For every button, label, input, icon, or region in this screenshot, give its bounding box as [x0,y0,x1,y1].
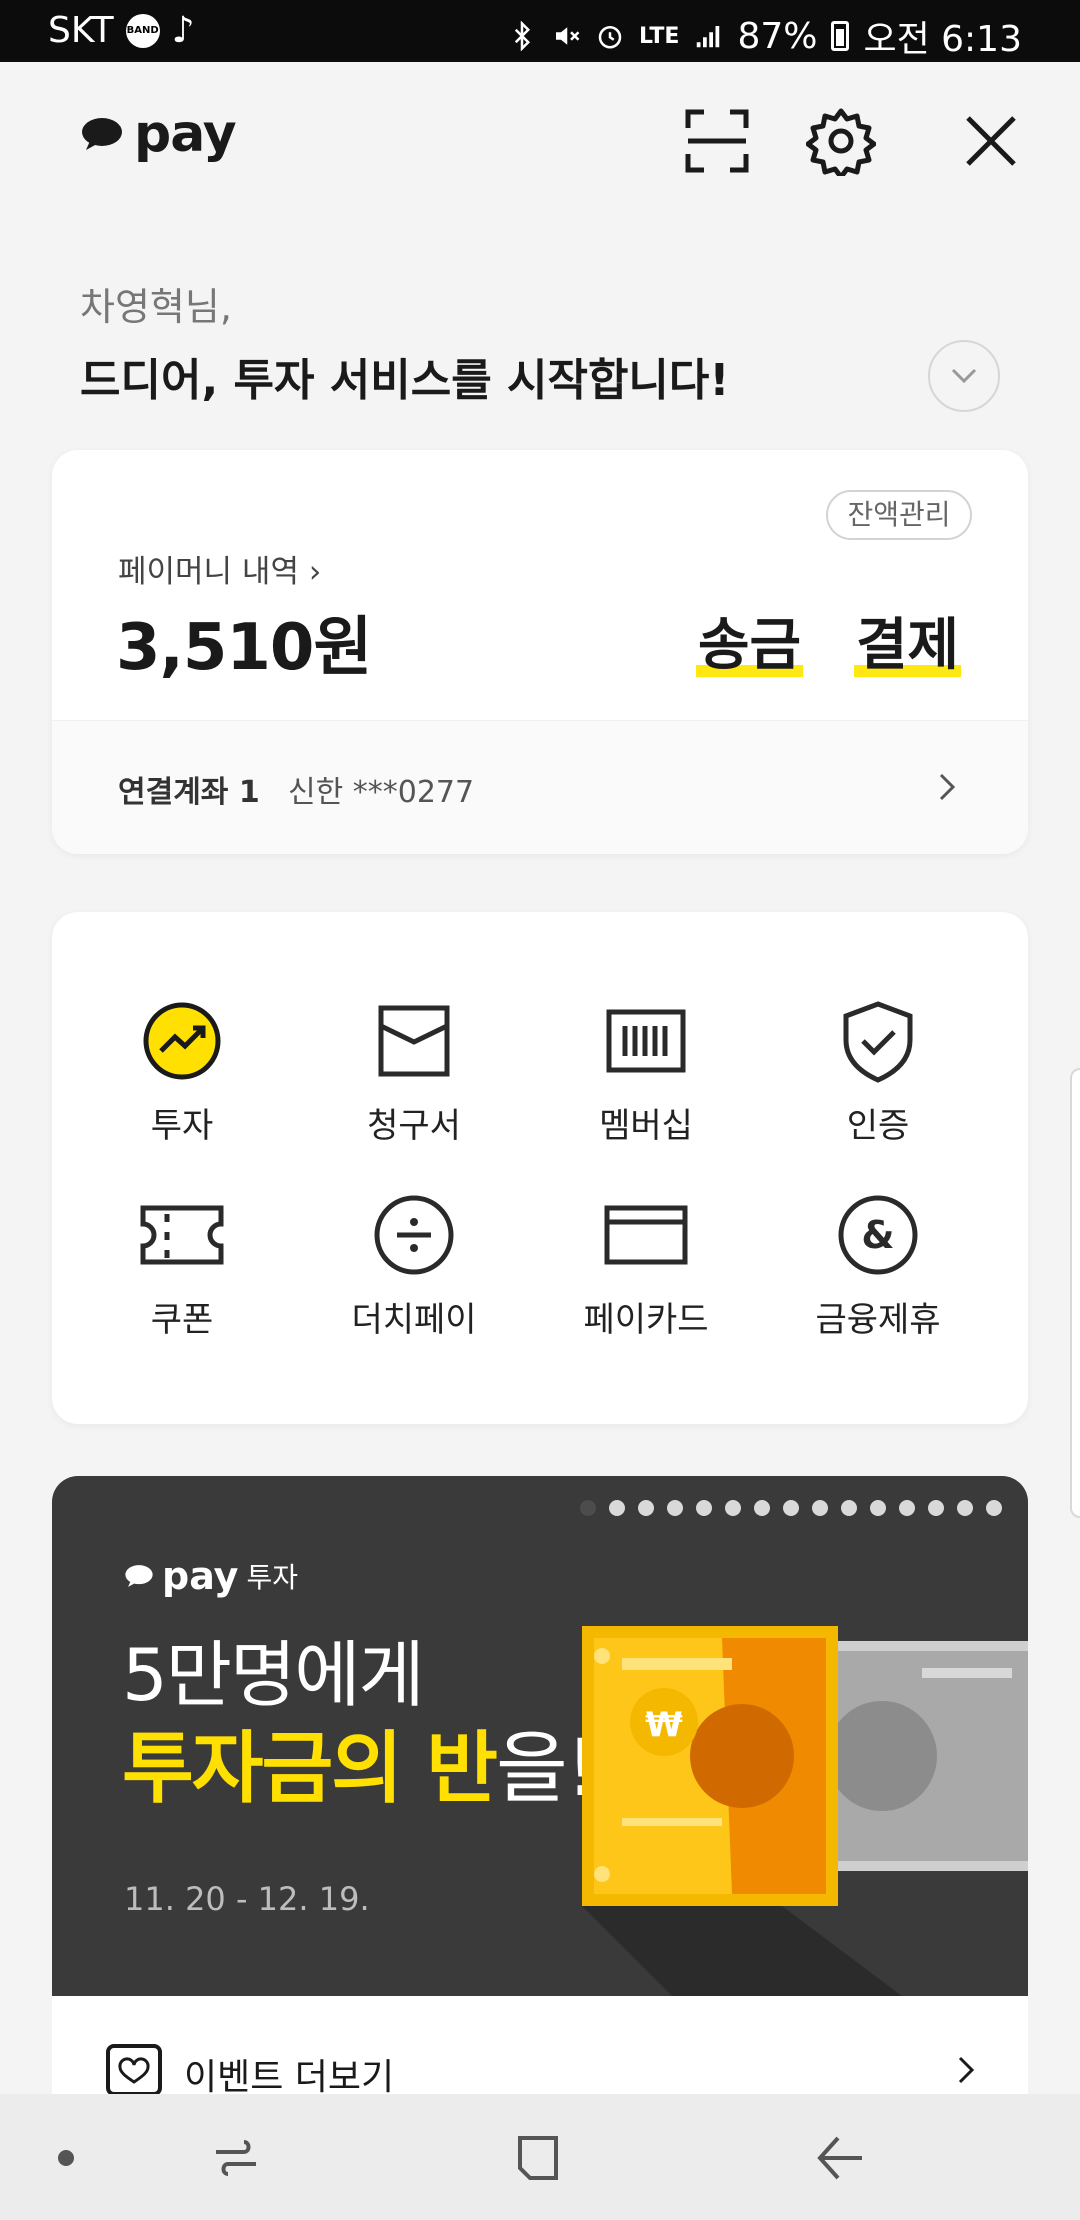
event-more-label: 이벤트 더보기 [184,2057,395,2098]
expand-button[interactable] [928,340,1000,412]
banner-tag: pay 투자 [124,1554,298,1598]
greeting-message: 드디어, 투자 서비스를 시작합니다! [80,355,730,406]
chevron-right-icon [939,773,956,801]
pay-money-history-link[interactable]: 페이머니 내역 › [118,546,321,591]
pager-dot [928,1500,944,1516]
mute-icon [556,27,580,45]
clock: 오전 6:13 [863,19,1022,60]
pager-dot [841,1500,857,1516]
kakao-pay-logo: pay [80,104,237,164]
pager-dot [609,1500,625,1516]
dutch-pay-icon [374,1195,454,1275]
heart-box-icon [106,2044,162,2096]
speech-bubble-icon [82,118,122,150]
pager-dot [580,1500,596,1516]
menu-item-coupon[interactable]: 쿠폰 [82,1190,282,1341]
chevron-down-icon [951,368,977,384]
menu-label: 투자 [150,1106,214,1146]
service-menu-card: 투자 청구서 멤버십 인증 쿠폰 더치페이 페이카드 & 금융제휴 [52,912,1028,1424]
menu-item-bill[interactable]: 청구서 [314,996,514,1147]
home-icon[interactable] [506,2126,570,2190]
pager-dot [783,1500,799,1516]
bill-icon [378,1005,450,1077]
greeting-name: 차영혁님, [80,285,232,329]
speech-bubble-icon [125,1565,153,1587]
send-button[interactable]: 송금 [696,600,804,681]
recent-apps-icon[interactable] [204,2126,268,2190]
menu-label: 청구서 [367,1106,461,1146]
chevron-right-icon [958,2056,975,2084]
balance-amount: 3,510원 [116,611,372,685]
pay-button[interactable]: 결제 [854,600,962,681]
send-label: 송금 [698,613,802,678]
network-type: LTE [639,23,680,49]
pay-card-icon [604,1205,688,1265]
banner-pager [580,1500,1002,1516]
pager-dot [667,1500,683,1516]
scan-icon[interactable] [682,106,752,176]
pay-label: 결제 [856,613,960,678]
banner-pay-logo: pay [162,1554,239,1598]
close-icon[interactable] [956,106,1026,176]
banner-headline-2: 투자금의 반을! [122,1706,597,1818]
battery-icon [831,21,850,51]
alarm-icon [598,26,622,49]
pager-dot [725,1500,741,1516]
money-illustration: ₩ [582,1626,1028,1996]
menu-label: 페이카드 [583,1300,709,1340]
pager-dot [957,1500,973,1516]
svg-text:&: & [861,1213,894,1257]
music-note-icon: ♪ [171,10,195,51]
linked-account-value: 신한 ***0277 [288,775,475,810]
pager-dot [870,1500,886,1516]
logo-text: pay [134,104,237,164]
menu-label: 금융제휴 [815,1300,941,1340]
settings-gear-icon[interactable] [806,106,876,176]
event-more-row[interactable]: 이벤트 더보기 [52,1996,1028,2098]
membership-icon [606,1009,686,1073]
menu-label: 인증 [846,1106,910,1146]
menu-item-membership[interactable]: 멤버십 [546,996,746,1147]
nav-dot-icon[interactable] [36,2126,100,2190]
menu-item-certification[interactable]: 인증 [778,996,978,1147]
menu-label: 더치페이 [351,1300,477,1340]
battery-percent: 87% [737,15,818,57]
system-navigation-bar [0,2094,1080,2220]
pay-money-card: 잔액관리 페이머니 내역 › 3,510원 송금 결제 연결계좌 1 신한 **… [52,450,1028,854]
menu-label: 멤버십 [599,1106,693,1146]
carrier-label: SKT [48,10,114,51]
menu-label: 쿠폰 [150,1300,214,1340]
menu-item-invest[interactable]: 투자 [82,996,282,1147]
pager-dot [986,1500,1002,1516]
banner-highlight: 투자금의 반 [122,1724,498,1814]
coupon-icon [140,1205,224,1265]
invest-icon [143,1002,221,1080]
back-icon[interactable] [808,2126,872,2190]
invest-event-banner[interactable]: pay 투자 5만명에게 투자금의 반을! 11. 20 - 12. 19. ₩ [52,1476,1028,1996]
edge-panel-handle[interactable] [1070,1068,1080,1518]
linked-account-row[interactable]: 연결계좌 1 신한 ***0277 [52,720,1028,854]
menu-item-pay-card[interactable]: 페이카드 [546,1190,746,1341]
app-header: pay [0,62,1080,212]
status-bar: SKT BAND ♪ LTE 87% 오전 6:13 [0,0,1080,62]
signal-icon [697,26,720,48]
balance-manage-button[interactable]: 잔액관리 [826,490,972,540]
pager-dot [696,1500,712,1516]
pager-dot [754,1500,770,1516]
menu-item-dutch-pay[interactable]: 더치페이 [314,1190,514,1341]
band-app-icon: BAND [125,13,160,48]
svg-text:₩: ₩ [645,1705,683,1745]
pager-dot [638,1500,654,1516]
pager-dot [812,1500,828,1516]
bluetooth-icon [514,21,531,51]
banner-service-tag: 투자 [246,1561,298,1594]
certification-icon [843,1001,913,1083]
linked-account-label: 연결계좌 1 [118,775,260,810]
menu-item-finance-partner[interactable]: & 금융제휴 [778,1190,978,1341]
banner-dates: 11. 20 - 12. 19. [124,1880,370,1918]
finance-partner-icon: & [838,1195,918,1275]
pager-dot [899,1500,915,1516]
